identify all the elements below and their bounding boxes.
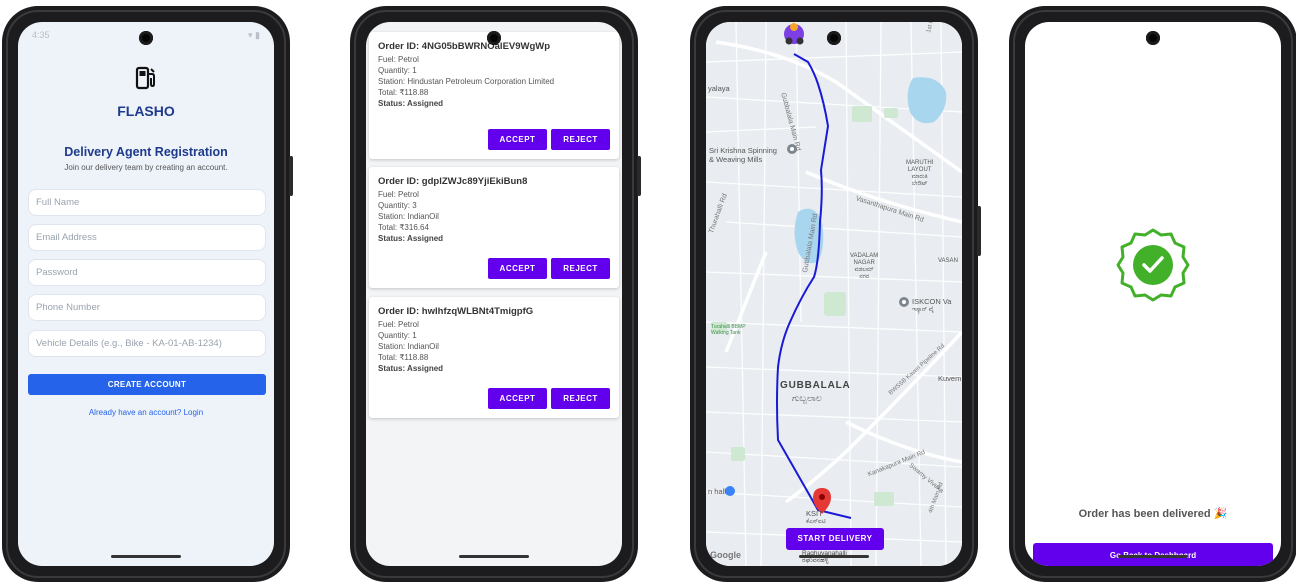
map-label: Kuvem: [938, 374, 962, 383]
home-indicator: [1118, 555, 1188, 558]
order-station: Station: IndianOil: [378, 212, 439, 221]
vehicle-details-field[interactable]: [28, 330, 266, 357]
email-field[interactable]: [28, 224, 266, 251]
map-area-label: GUBBALALA: [780, 380, 851, 391]
order-quantity: Quantity: 1: [378, 331, 417, 340]
order-fuel: Fuel: Petrol: [378, 55, 419, 64]
order-id: Order ID: hwlhfzqWLBNt4TmigpfG: [378, 306, 534, 317]
registration-screen: 4:35 ▾ ▮ FLASHO Delivery Agent Registrat…: [18, 22, 274, 566]
accept-button[interactable]: ACCEPT: [488, 388, 547, 409]
delivered-screen: Order has been delivered 🎉 Go Back to Da…: [1025, 22, 1281, 566]
home-indicator: [459, 555, 529, 558]
camera-hole: [1146, 31, 1160, 45]
map-label-tank: Turahalli BBMP Walking Tank: [711, 324, 746, 336]
delivered-message: Order has been delivered 🎉: [1078, 508, 1228, 520]
accept-button[interactable]: ACCEPT: [488, 258, 547, 279]
order-total: Total: ₹118.88: [378, 88, 429, 97]
order-station: Station: Hindustan Petroleum Corporation…: [378, 77, 555, 86]
map-label-iskcon: ISKCON Va ಇಸ್ಕಾನ್ ವೈ: [912, 297, 952, 314]
fuel-pump-icon: [18, 66, 274, 95]
phone-side-button: [289, 156, 293, 196]
order-status: Status: Assigned: [378, 99, 444, 108]
orders-screen: Order ID: 4NG05bBWRNOalEV9WgWp Fuel: Pet…: [366, 22, 622, 566]
order-status: Status: Assigned: [378, 364, 444, 373]
order-station: Station: IndianOil: [378, 342, 439, 351]
order-card: Order ID: 4NG05bBWRNOalEV9WgWp Fuel: Pet…: [369, 32, 619, 159]
google-logo: Google: [710, 550, 741, 560]
phone-delivered: Order has been delivered 🎉 Go Back to Da…: [1009, 6, 1296, 582]
map-label: n hall: [708, 487, 726, 496]
camera-hole: [487, 31, 501, 45]
page-title: Delivery Agent Registration: [64, 145, 228, 159]
camera-hole: [827, 31, 841, 45]
full-name-field[interactable]: [28, 189, 266, 216]
map-label: yalaya: [708, 84, 730, 93]
home-indicator: [799, 555, 869, 558]
map-label-spinning-mills: Sri Krishna Spinning & Weaving Mills: [709, 146, 777, 164]
phone-field[interactable]: [28, 294, 266, 321]
login-link[interactable]: Already have an account? Login: [18, 408, 274, 417]
reject-button[interactable]: REJECT: [551, 258, 610, 279]
map-label-ksit: KSIT ಕೆಎಸ್ಐಟಿ: [806, 509, 826, 526]
success-badge-icon: [1116, 228, 1190, 302]
order-id: Order ID: gdplZWJc89YjiEkiBun8: [378, 176, 528, 187]
phone-side-button: [977, 206, 981, 256]
accept-button[interactable]: ACCEPT: [488, 129, 547, 150]
status-icons: ▾ ▮: [248, 30, 260, 40]
brand-name: FLASHO: [117, 103, 175, 119]
order-total: Total: ₹316.64: [378, 223, 429, 232]
status-time: 4:35: [32, 30, 50, 40]
reject-button[interactable]: REJECT: [551, 129, 610, 150]
order-quantity: Quantity: 3: [378, 201, 417, 210]
map-label: VASAN: [938, 258, 958, 264]
order-card: Order ID: hwlhfzqWLBNt4TmigpfG Fuel: Pet…: [369, 297, 619, 418]
camera-hole: [139, 31, 153, 45]
phone-side-button: [637, 156, 641, 196]
order-fuel: Fuel: Petrol: [378, 190, 419, 199]
page-subtitle: Join our delivery team by creating an ac…: [64, 163, 228, 172]
start-delivery-button[interactable]: START DELIVERY: [786, 528, 884, 550]
map-label-maruthi: MARUTHI LAYOUT ಮಾರುತಿ ಲೇಔಟ್: [906, 160, 934, 187]
map-canvas[interactable]: [706, 22, 962, 566]
map-label-vadalam: VADALAM NAGAR ವಡಲಮ್ ನಗರ: [850, 253, 879, 280]
order-card: Order ID: gdplZWJc89YjiEkiBun8 Fuel: Pet…: [369, 167, 619, 288]
order-quantity: Quantity: 1: [378, 66, 417, 75]
home-indicator: [111, 555, 181, 558]
map-screen: yalaya Sri Krishna Spinning & Weaving Mi…: [706, 22, 962, 566]
create-account-button[interactable]: CREATE ACCOUNT: [28, 374, 266, 395]
order-status: Status: Assigned: [378, 234, 444, 243]
password-field[interactable]: [28, 259, 266, 286]
order-total: Total: ₹118.88: [378, 353, 429, 362]
map-area-label-kn: ಗುಬ್ಬಲಾಲ: [792, 393, 822, 403]
phone-map: yalaya Sri Krishna Spinning & Weaving Mi…: [690, 6, 981, 582]
order-fuel: Fuel: Petrol: [378, 320, 419, 329]
phone-registration: 4:35 ▾ ▮ FLASHO Delivery Agent Registrat…: [2, 6, 293, 582]
reject-button[interactable]: REJECT: [551, 388, 610, 409]
phone-orders: Order ID: 4NG05bBWRNOalEV9WgWp Fuel: Pet…: [350, 6, 641, 582]
